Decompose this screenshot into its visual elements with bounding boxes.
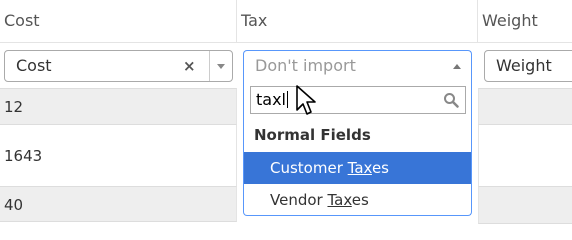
table-row: 1643 [0,124,237,186]
option-label-post: es [351,191,369,209]
option-vendor-taxes[interactable]: Vendor Taxes [244,184,471,216]
search-text: taxl [256,90,286,109]
column-header-cost-label: Cost [4,11,40,30]
column-header-weight-label: Weight [482,11,538,30]
option-label-match: Tax [327,191,352,209]
column-header-weight: Weight [478,0,572,42]
header-divider [0,42,572,43]
cost-cell: 40 [4,196,24,214]
cost-cell: 1643 [4,147,43,165]
mouse-pointer-icon [296,85,316,115]
option-label-post: es [371,159,389,177]
text-caret [287,91,288,108]
tax-field-dropdown: taxl Normal Fields Customer Taxes Vendor… [243,82,472,216]
cost-cell: 12 [4,98,24,116]
weight-cell [478,88,572,125]
cost-select-value: Cost [16,56,52,75]
option-label-pre: Vendor [270,191,328,209]
table-row: 12 [0,88,237,124]
weight-cell [478,186,572,224]
weight-cell [478,124,572,187]
cost-select-toggle[interactable] [209,51,232,81]
group-label-normal-fields: Normal Fields [254,126,371,144]
option-label-pre: Customer [270,159,348,177]
weight-select-value: Weight [496,56,552,75]
column-header-tax: Tax [237,0,478,42]
table-row: 40 [0,186,237,222]
option-label-match: Tax [347,159,372,177]
tax-select-placeholder: Don't import [255,56,356,75]
chevron-up-icon[interactable] [453,64,461,69]
search-icon [444,93,459,108]
option-customer-taxes[interactable]: Customer Taxes [244,152,471,184]
chevron-down-icon [217,64,225,69]
column-header-tax-label: Tax [241,11,268,30]
column-header-cost: Cost [0,0,237,42]
weight-field-select[interactable]: Weight [484,50,572,82]
dropdown-search-input[interactable]: taxl [250,86,466,114]
tax-field-select[interactable]: Don't import [243,50,472,82]
cost-field-select[interactable]: Cost × [4,50,233,82]
clear-icon[interactable]: × [183,51,196,81]
